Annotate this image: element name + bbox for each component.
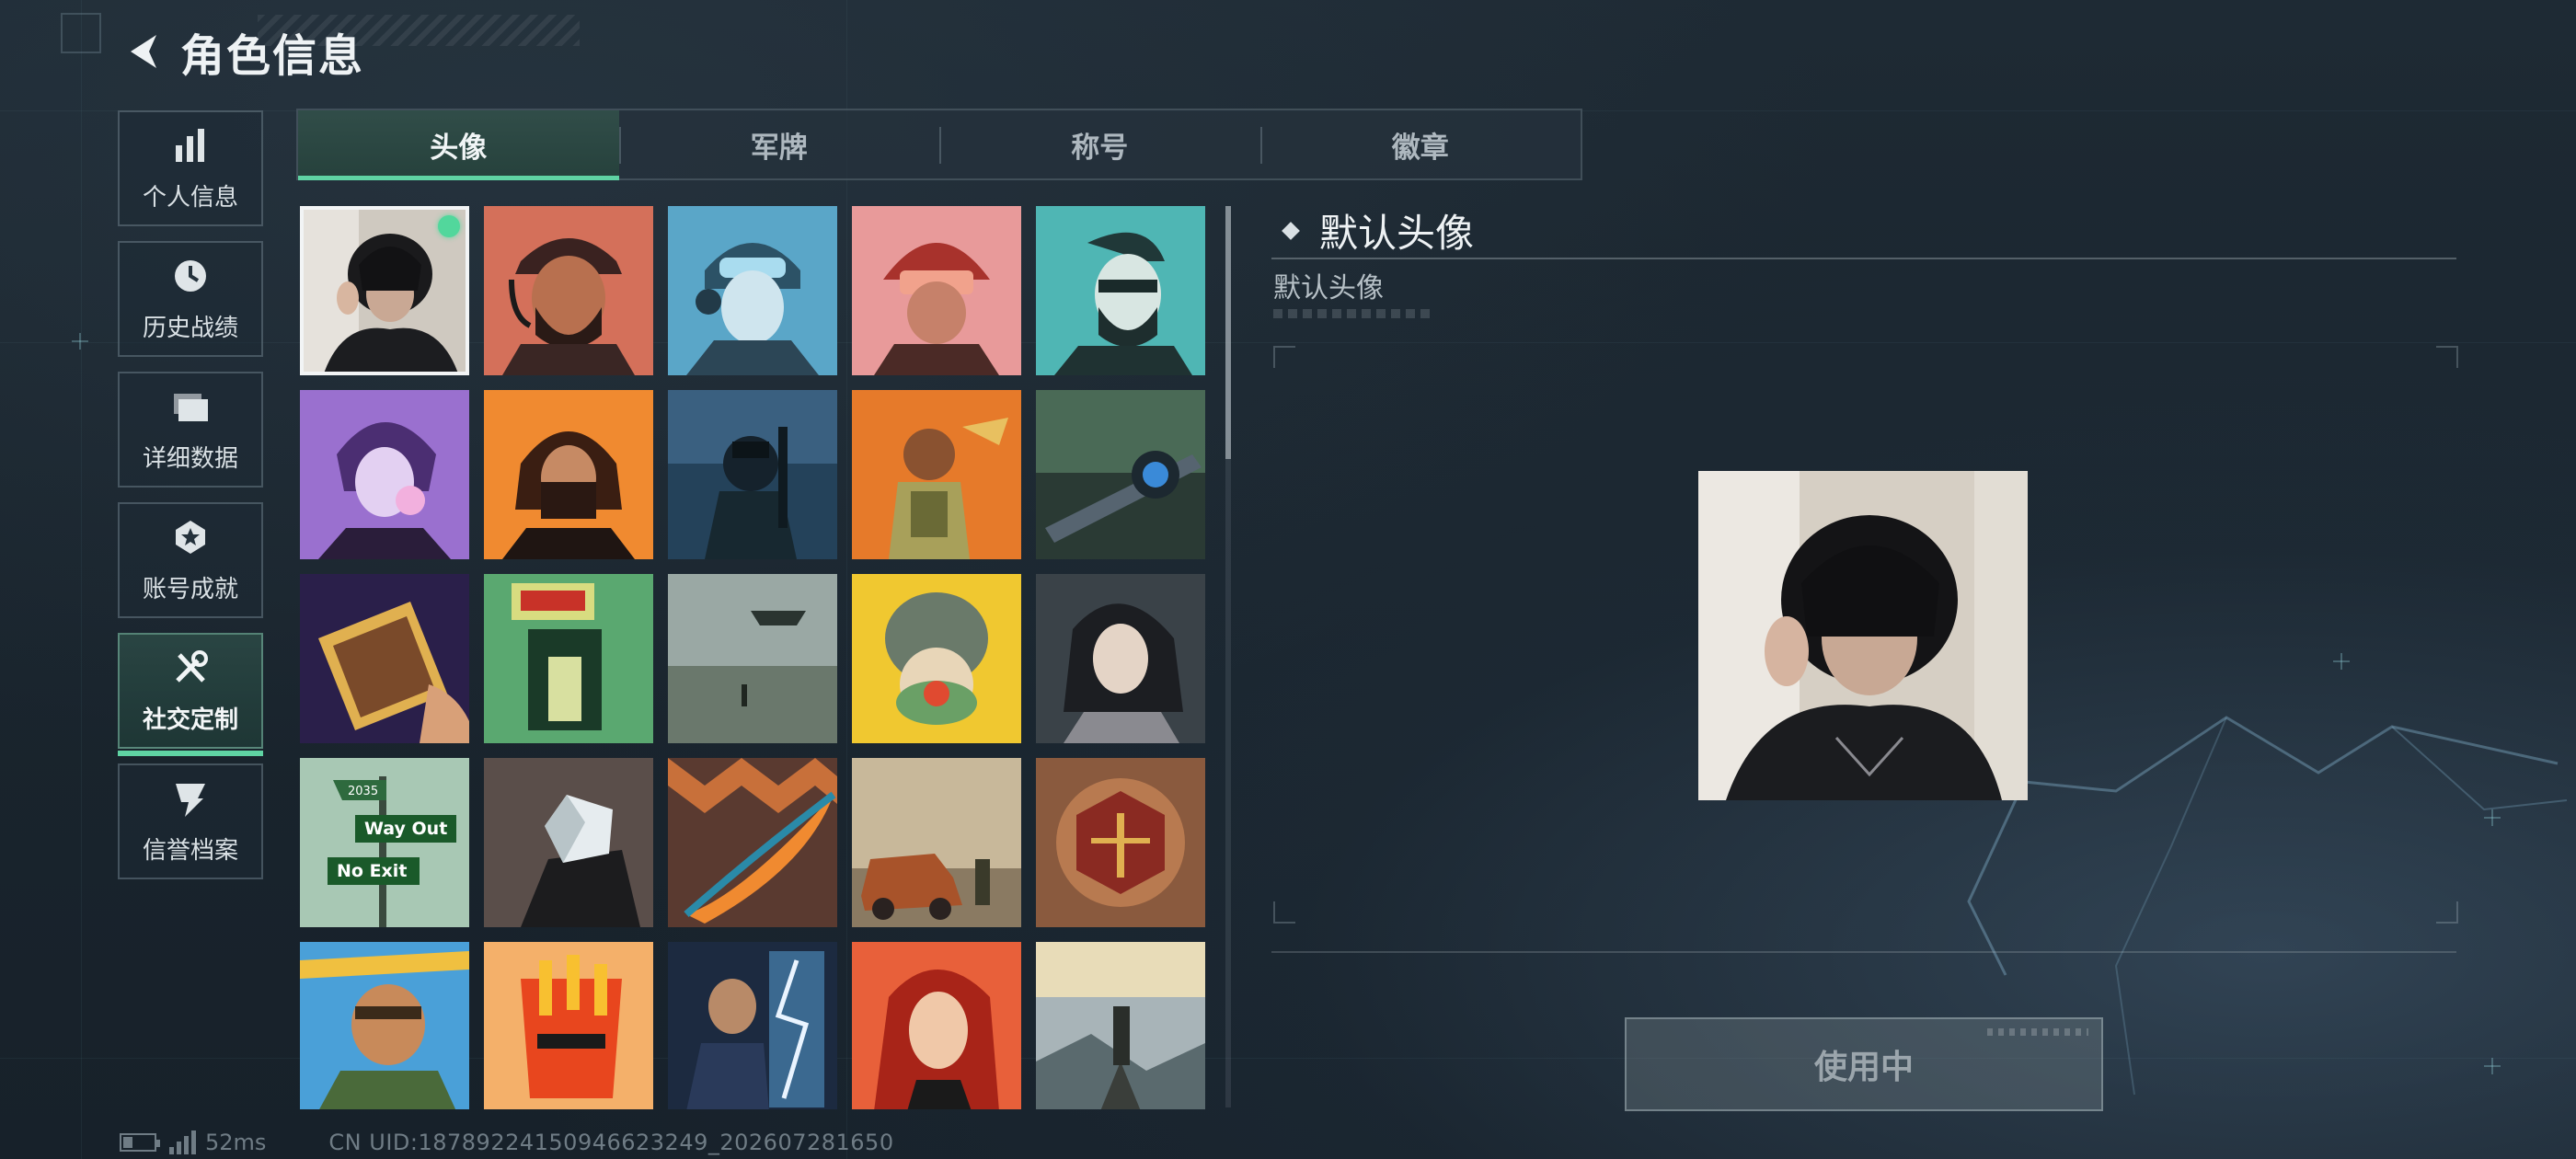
avatar-item[interactable]: [484, 574, 653, 743]
detail-description: 默认头像: [1273, 272, 1384, 304]
tools-icon: [170, 648, 211, 692]
avatar-item[interactable]: [1036, 390, 1205, 559]
sign-no-exit: No Exit: [337, 861, 407, 881]
divider: [1271, 951, 2456, 953]
avatar-item[interactable]: [668, 390, 837, 559]
sidebar-item-label: 历史战绩: [142, 314, 238, 342]
sign-way-out: Way Out: [364, 819, 447, 839]
diamond-icon: [1282, 221, 1300, 240]
avatar-item[interactable]: [300, 942, 469, 1109]
battery-icon: [120, 1133, 160, 1152]
corner-decoration: [2436, 901, 2458, 924]
sidebar-item-label: 详细数据: [142, 444, 238, 473]
sidebar-item-achievements[interactable]: 账号成就: [118, 502, 263, 618]
sidebar-item-label: 信誉档案: [142, 836, 238, 865]
avatar-item[interactable]: [300, 390, 469, 559]
sidebar: 个人信息 历史战绩 详细数据 账号成就 社交定制 信誉档案: [118, 110, 265, 894]
corner-decoration: [61, 13, 101, 53]
avatar-item[interactable]: [852, 758, 1021, 927]
selected-indicator: [438, 215, 460, 237]
avatar-item[interactable]: [1036, 574, 1205, 743]
corner-decoration: [2436, 346, 2458, 368]
sidebar-item-history[interactable]: 历史战绩: [118, 241, 263, 357]
sign-2035: 2035: [348, 785, 378, 798]
corner-decoration: [1273, 901, 1295, 924]
page-title: 角色信息: [180, 30, 365, 82]
avatar-item[interactable]: [852, 942, 1021, 1109]
corner-decoration: [1273, 346, 1295, 368]
avatar-item[interactable]: [668, 206, 837, 375]
tab-dog-tag[interactable]: 军牌: [618, 110, 940, 178]
avatar-item[interactable]: [300, 206, 469, 375]
avatar-item[interactable]: [668, 574, 837, 743]
detail-header: 默认头像: [1282, 202, 1475, 258]
tab-title[interactable]: 称号: [939, 110, 1260, 178]
avatar-item[interactable]: [1036, 942, 1205, 1109]
avatar-item[interactable]: [852, 206, 1021, 375]
tab-badge[interactable]: 徽章: [1259, 110, 1581, 178]
use-button-label: 使用中: [1813, 1049, 1914, 1086]
avatar-item[interactable]: [668, 758, 837, 927]
scroll-thumb[interactable]: [1225, 206, 1231, 459]
avatar-item[interactable]: [668, 942, 837, 1109]
avatar-item[interactable]: [484, 390, 653, 559]
avatar-item[interactable]: [852, 390, 1021, 559]
tab-avatar[interactable]: 头像: [298, 110, 619, 180]
divider: [1271, 258, 2456, 259]
back-arrow-icon[interactable]: [120, 28, 167, 75]
shield-bolt-icon: [170, 778, 211, 822]
sidebar-item-label: 账号成就: [142, 575, 238, 603]
uid-text: CN UID:18789224150946623249_202607281650: [328, 1130, 894, 1155]
avatar-item[interactable]: 2035 Way Out No Exit: [300, 758, 469, 927]
avatar-item[interactable]: [1036, 758, 1205, 927]
sidebar-item-social-custom[interactable]: 社交定制: [118, 633, 263, 756]
tab-bar: 头像 军牌 称号 徽章: [296, 109, 1582, 180]
achievement-badge-icon: [170, 517, 211, 561]
avatar-preview: [1698, 471, 2028, 800]
use-button[interactable]: 使用中: [1625, 1017, 2103, 1111]
folder-icon: [170, 386, 211, 430]
avatar-item[interactable]: [484, 206, 653, 375]
sidebar-item-details[interactable]: 详细数据: [118, 372, 263, 488]
avatar-item[interactable]: [300, 574, 469, 743]
description-decoration: [1273, 309, 1433, 318]
sidebar-item-label: 社交定制: [142, 706, 238, 734]
signal-icon: [169, 1130, 196, 1154]
sidebar-item-reputation[interactable]: 信誉档案: [118, 763, 263, 879]
page-header: 角色信息: [120, 22, 365, 82]
avatar-item[interactable]: [484, 758, 653, 927]
ping-value: 52ms: [205, 1130, 267, 1155]
avatar-item[interactable]: [1036, 206, 1205, 375]
bar-chart-icon: [170, 125, 211, 169]
avatar-grid-scrollbar[interactable]: [1225, 206, 1231, 1107]
avatar-item[interactable]: [484, 942, 653, 1109]
avatar-item[interactable]: [852, 574, 1021, 743]
status-bar: 52ms CN UID:18789224150946623249_2026072…: [120, 1130, 894, 1155]
history-clock-icon: [170, 256, 211, 300]
detail-title: 默认头像: [1319, 211, 1475, 256]
sidebar-item-label: 个人信息: [142, 183, 238, 212]
avatar-grid: 2035 Way Out No Exit: [300, 206, 1220, 1109]
button-decoration: [1987, 1028, 2088, 1036]
sidebar-item-personal-info[interactable]: 个人信息: [118, 110, 263, 226]
